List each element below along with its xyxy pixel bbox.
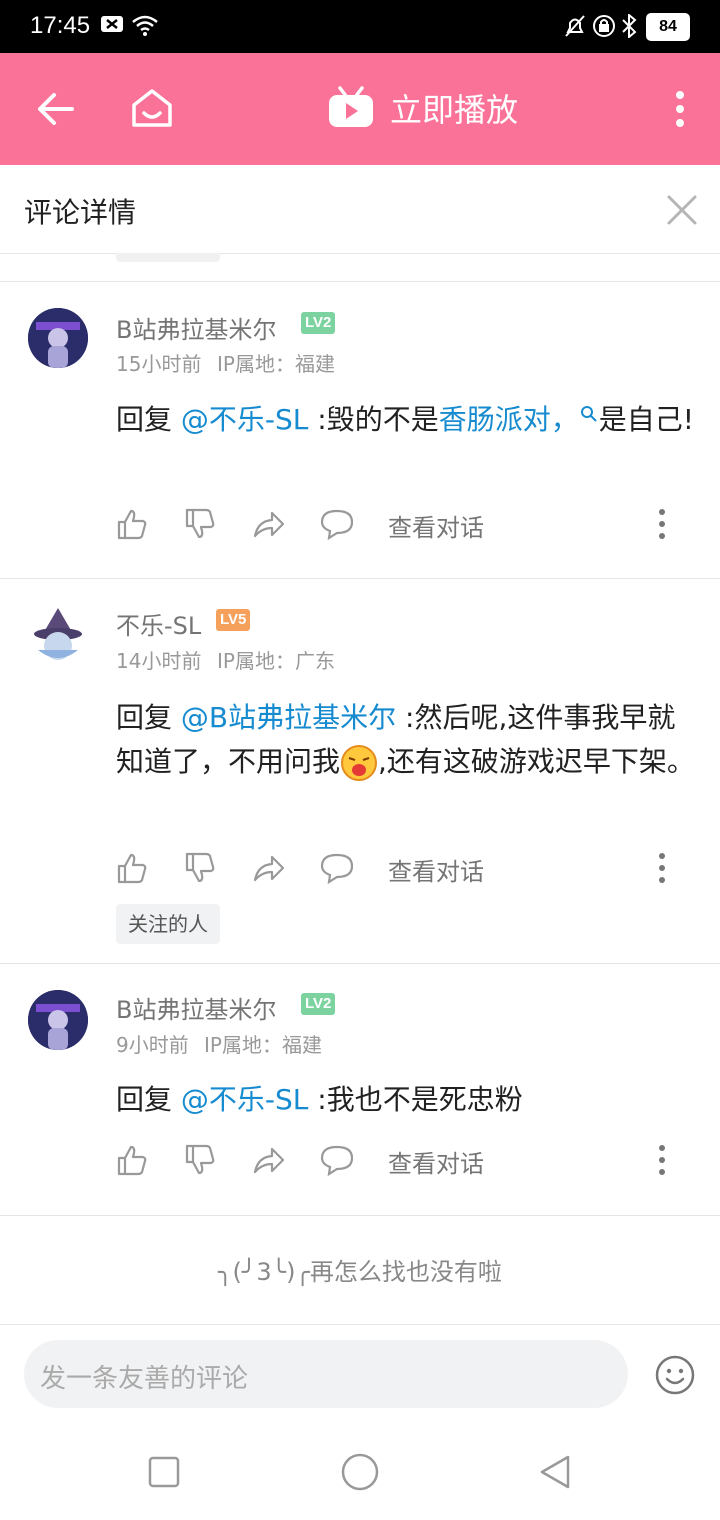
wifi-icon: [132, 15, 158, 36]
emoji-sticker-icon: [341, 745, 378, 781]
play-now-button[interactable]: 立即播放: [328, 80, 518, 136]
ip-location: IP属地：福建: [217, 352, 335, 376]
home-icon[interactable]: [130, 87, 174, 129]
username[interactable]: B站弗拉基米尔: [116, 310, 276, 345]
share-icon[interactable]: [252, 1144, 286, 1176]
ip-location: IP属地：广东: [217, 649, 335, 673]
divider: [0, 963, 720, 964]
like-icon[interactable]: [116, 1144, 148, 1176]
mention-link[interactable]: @B站弗拉基米尔: [181, 701, 396, 734]
comment-input[interactable]: 发一条友善的评论: [24, 1340, 628, 1408]
play-now-label: 立即播放: [390, 91, 519, 129]
divider: [0, 281, 720, 282]
share-icon[interactable]: [252, 508, 286, 540]
username[interactable]: 不乐-SL: [116, 606, 201, 641]
back-nav-icon[interactable]: [538, 1454, 572, 1490]
search-icon[interactable]: [579, 404, 599, 424]
mention-link[interactable]: @不乐-SL: [181, 403, 308, 436]
dislike-icon[interactable]: [184, 508, 216, 540]
like-icon[interactable]: [116, 508, 148, 540]
like-icon[interactable]: [116, 852, 148, 884]
reply-bubble-icon[interactable]: [320, 508, 354, 540]
level-badge: LV2: [301, 312, 336, 334]
recent-apps-icon[interactable]: [148, 1456, 180, 1488]
comment-input-placeholder: 发一条友善的评论: [40, 1364, 249, 1394]
comment-detail-header: 评论详情: [0, 165, 720, 254]
more-options-icon[interactable]: [656, 1142, 668, 1178]
view-conversation-link[interactable]: 查看对话: [388, 1144, 484, 1179]
view-conversation-link[interactable]: 查看对话: [388, 508, 484, 543]
dislike-icon[interactable]: [184, 1144, 216, 1176]
mention-link[interactable]: @不乐-SL: [181, 1083, 308, 1116]
reply-bubble-icon[interactable]: [320, 1144, 354, 1176]
following-tag: 关注的人: [116, 904, 220, 944]
comment-time: 9小时前: [116, 1033, 189, 1057]
end-of-list-text: ╮(╯3╰)╭再怎么找也没有啦: [218, 1258, 502, 1286]
comment-time: 15小时前: [116, 352, 202, 376]
battery-indicator: 84: [646, 13, 690, 41]
more-vertical-icon[interactable]: [666, 89, 694, 129]
back-arrow-icon[interactable]: [36, 91, 76, 127]
close-icon[interactable]: [666, 194, 698, 226]
level-badge: LV2: [301, 993, 336, 1015]
ip-location: IP属地：福建: [204, 1033, 322, 1057]
dislike-icon[interactable]: [184, 852, 216, 884]
view-conversation-link[interactable]: 查看对话: [388, 852, 484, 887]
level-badge: LV5: [216, 609, 251, 631]
more-options-icon[interactable]: [656, 850, 668, 886]
system-nav-bar: [0, 1424, 720, 1520]
avatar[interactable]: [28, 606, 88, 666]
username[interactable]: B站弗拉基米尔: [116, 990, 276, 1025]
mute-bell-icon: [565, 15, 585, 37]
share-icon[interactable]: [252, 852, 286, 884]
comment-text: 回复 @B站弗拉基米尔 :然后呢,这件事我早就知道了，不用问我 ,还有这破游戏迟早…: [116, 696, 696, 784]
emoji-icon[interactable]: [654, 1354, 696, 1396]
lock-rotation-icon: [593, 15, 615, 37]
status-time: 17:45: [30, 12, 91, 39]
divider: [0, 1215, 720, 1216]
comment-actions: 查看对话: [116, 1140, 676, 1180]
avatar[interactable]: [28, 990, 88, 1050]
tv-play-icon: [329, 86, 373, 127]
comment-actions: 查看对话: [116, 504, 676, 544]
more-options-icon[interactable]: [656, 506, 668, 542]
message-icon: [101, 16, 123, 32]
page-title: 评论详情: [24, 196, 137, 229]
reply-bubble-icon[interactable]: [320, 852, 354, 884]
comment-text: 回复 @不乐-SL :我也不是死忠粉: [116, 1083, 523, 1116]
status-bar: 17:45 84: [0, 0, 720, 53]
previous-tag-edge: [116, 253, 220, 262]
comment-time: 14小时前: [116, 649, 202, 673]
comment-actions: 查看对话: [116, 848, 676, 888]
avatar[interactable]: [28, 308, 88, 368]
divider: [0, 578, 720, 579]
comment-text: 回复 @不乐-SL :毁的不是香肠派对， 是自己!: [116, 403, 694, 436]
keyword-link[interactable]: 香肠派对，: [439, 403, 579, 436]
bluetooth-icon: [622, 14, 637, 38]
home-nav-icon[interactable]: [340, 1452, 380, 1492]
